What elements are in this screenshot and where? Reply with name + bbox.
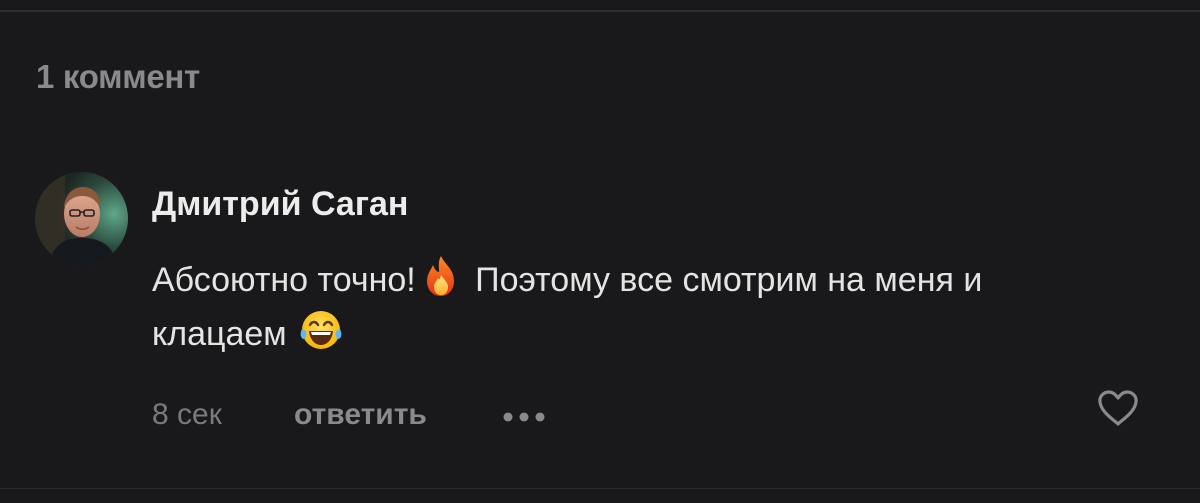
bottom-divider — [0, 488, 1200, 489]
comment-meta-row: 8 сек ответить — [152, 396, 1152, 436]
more-dots-icon — [503, 412, 545, 422]
comment-text: Абсоютно точно! Поэтому все смотрим на м… — [152, 253, 1112, 361]
comment-text-part1: Абсоютно точно! — [152, 261, 416, 299]
top-divider — [0, 10, 1200, 12]
heart-outline-icon — [1098, 390, 1138, 426]
comment-time: 8 сек — [152, 398, 222, 431]
fire-emoji-icon — [426, 256, 454, 296]
comments-count: 1 коммент — [36, 58, 200, 95]
author-name[interactable]: Дмитрий Саган — [152, 185, 408, 224]
tears-of-joy-emoji-icon — [300, 311, 342, 349]
avatar-photo — [35, 172, 128, 265]
avatar[interactable] — [35, 172, 128, 265]
like-button[interactable] — [1096, 388, 1140, 428]
reply-button[interactable]: ответить — [294, 398, 427, 432]
more-options-button[interactable] — [500, 406, 550, 428]
